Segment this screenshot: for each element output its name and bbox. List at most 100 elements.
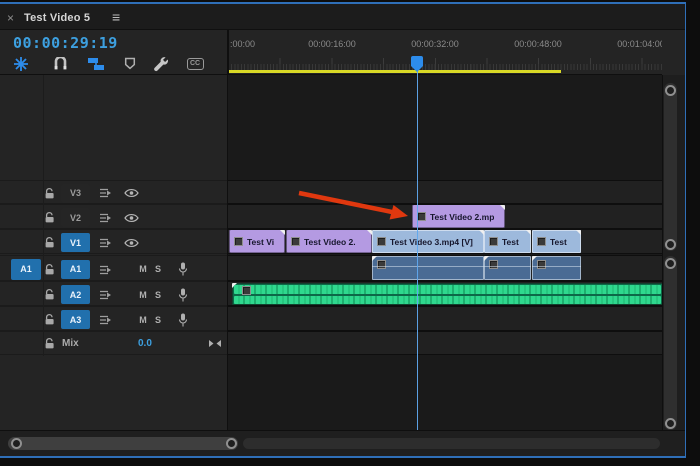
clip-label: Test Video 3.mp4 [V]: [390, 236, 473, 247]
media-start-notch: [372, 256, 377, 261]
fx-badge: [537, 237, 546, 246]
sync-lock-icon[interactable]: [99, 213, 112, 223]
timeline-track-a3[interactable]: [228, 306, 662, 331]
audio-scrollbar-bottom-handle[interactable]: [664, 418, 676, 429]
clip-label: Test Video 2.mp: [430, 211, 495, 222]
keyframe-nav-icon[interactable]: [208, 339, 222, 348]
clip-v1-2[interactable]: Test Video 2.: [286, 230, 372, 253]
panel-focus-border-right: [684, 2, 686, 458]
mute-button[interactable]: M: [137, 315, 149, 325]
audio-scrollbar-top-handle[interactable]: [664, 257, 676, 269]
clip-a1-3-selected[interactable]: [532, 256, 581, 280]
sequence-tab[interactable]: Test Video 5: [24, 12, 90, 24]
clip-v1-5-selected[interactable]: Test: [532, 230, 581, 253]
header-scrollbar-right-handle[interactable]: [226, 438, 237, 449]
track-target-a2[interactable]: A2: [61, 285, 90, 304]
sync-lock-icon[interactable]: [99, 238, 112, 248]
volume-rubber-band[interactable]: [484, 266, 531, 267]
solo-button[interactable]: S: [152, 290, 164, 300]
voiceover-mic-icon[interactable]: [178, 313, 188, 327]
audio-tracks-scrollbar[interactable]: [663, 256, 677, 430]
fx-badge: [377, 259, 386, 269]
clip-v1-1[interactable]: Test Vi: [229, 230, 285, 253]
lock-icon[interactable]: [44, 313, 55, 326]
clip-v2-test-video-2[interactable]: Test Video 2.mp: [412, 205, 505, 228]
ruler-label: 00:00:48:00: [514, 39, 562, 49]
lock-icon[interactable]: [44, 211, 55, 224]
wrench-icon: [154, 56, 168, 71]
ruler-label: 00:01:04:00: [617, 39, 662, 49]
playhead-line[interactable]: [416, 66, 418, 452]
lock-icon[interactable]: [44, 236, 55, 249]
sync-lock-icon[interactable]: [99, 188, 112, 198]
video-tracks-scrollbar[interactable]: [663, 83, 677, 251]
volume-rubber-band[interactable]: [532, 266, 581, 267]
track-target-a3[interactable]: A3: [61, 310, 90, 329]
lock-icon[interactable]: [44, 288, 55, 301]
linked-selection-toggle[interactable]: [86, 55, 106, 72]
timeline-track-area[interactable]: Test Video 2.mp Test Vi Test Video 2. Te…: [228, 75, 662, 430]
track-header-column: V3 V2 V1 A1 A1 M S A2 M S A3 M S Mix 0.0: [0, 75, 227, 430]
clip-label: Test Vi: [247, 236, 275, 247]
track-header-v1: V1: [0, 229, 227, 254]
playhead-head-tip: [411, 66, 423, 72]
clip-a1-2-selected[interactable]: [484, 256, 531, 280]
timeline-track-mix[interactable]: [228, 331, 662, 355]
mix-volume-value[interactable]: 0.0: [138, 338, 152, 349]
waveform-top-band: [234, 285, 661, 294]
playhead-head[interactable]: [411, 56, 423, 66]
nested-sequence-toggle[interactable]: [12, 55, 30, 72]
clip-a1-1-selected[interactable]: [372, 256, 484, 280]
toggle-track-output-eye-icon[interactable]: [124, 213, 139, 223]
playhead-timecode[interactable]: 00:00:29:19: [13, 34, 118, 52]
clip-v1-3-selected[interactable]: Test Video 3.mp4 [V]: [372, 230, 484, 253]
snap-toggle[interactable]: [51, 55, 69, 72]
mix-track-label: Mix: [62, 338, 79, 349]
video-scrollbar-top-handle[interactable]: [664, 84, 676, 96]
close-panel-icon[interactable]: ×: [7, 12, 14, 24]
solo-button[interactable]: S: [152, 315, 164, 325]
work-area-bar[interactable]: [229, 70, 561, 73]
source-patch-a1[interactable]: A1: [11, 258, 41, 280]
fx-badge: [242, 286, 251, 295]
mute-button[interactable]: M: [137, 290, 149, 300]
mute-button[interactable]: M: [137, 264, 149, 274]
track-target-v2[interactable]: V2: [61, 208, 90, 227]
voiceover-mic-icon[interactable]: [178, 262, 188, 276]
captions-icon: CC: [186, 57, 204, 70]
track-target-v3[interactable]: V3: [61, 183, 90, 203]
track-target-a1[interactable]: A1: [61, 259, 90, 279]
ruler-label: 00:00:16:00: [308, 39, 356, 49]
lock-icon[interactable]: [44, 337, 55, 350]
header-width-scrollbar[interactable]: [8, 437, 238, 450]
video-scrollbar-bottom-handle[interactable]: [664, 239, 676, 250]
track-target-v1[interactable]: V1: [61, 233, 90, 252]
media-end-notch: [576, 230, 581, 235]
timeline-track-v3[interactable]: [228, 180, 662, 204]
sync-lock-icon[interactable]: [99, 265, 112, 275]
track-header-a2: A2 M S: [0, 281, 227, 306]
sync-lock-icon[interactable]: [99, 315, 112, 325]
header-scrollbar-left-handle[interactable]: [11, 438, 22, 449]
solo-button[interactable]: S: [152, 264, 164, 274]
add-marker-button[interactable]: [122, 55, 138, 72]
clip-label: Test Video 2.: [304, 236, 356, 247]
time-ruler[interactable]: :00:00 00:00:16:00 00:00:32:00 00:00:48:…: [228, 30, 662, 75]
toggle-track-output-eye-icon[interactable]: [124, 188, 139, 198]
captions-button[interactable]: CC: [185, 55, 205, 72]
volume-rubber-band[interactable]: [372, 266, 484, 267]
timeline-zoom-scrollbar[interactable]: [243, 438, 660, 449]
clip-v1-4-selected[interactable]: Test: [484, 230, 531, 253]
voiceover-mic-icon[interactable]: [178, 288, 188, 302]
marker-icon: [124, 57, 136, 70]
sync-lock-icon[interactable]: [99, 290, 112, 300]
panel-menu-icon[interactable]: ≡: [112, 10, 120, 24]
clip-a2-audio[interactable]: [232, 283, 662, 305]
lock-icon[interactable]: [44, 187, 55, 200]
panel-tab-bar: × Test Video 5 ≡: [0, 3, 685, 30]
timeline-settings-button[interactable]: [151, 55, 171, 72]
media-end-notch: [500, 205, 505, 210]
ruler-label: 00:00:32:00: [411, 39, 459, 49]
lock-icon[interactable]: [44, 263, 55, 276]
toggle-track-output-eye-icon[interactable]: [124, 238, 139, 248]
